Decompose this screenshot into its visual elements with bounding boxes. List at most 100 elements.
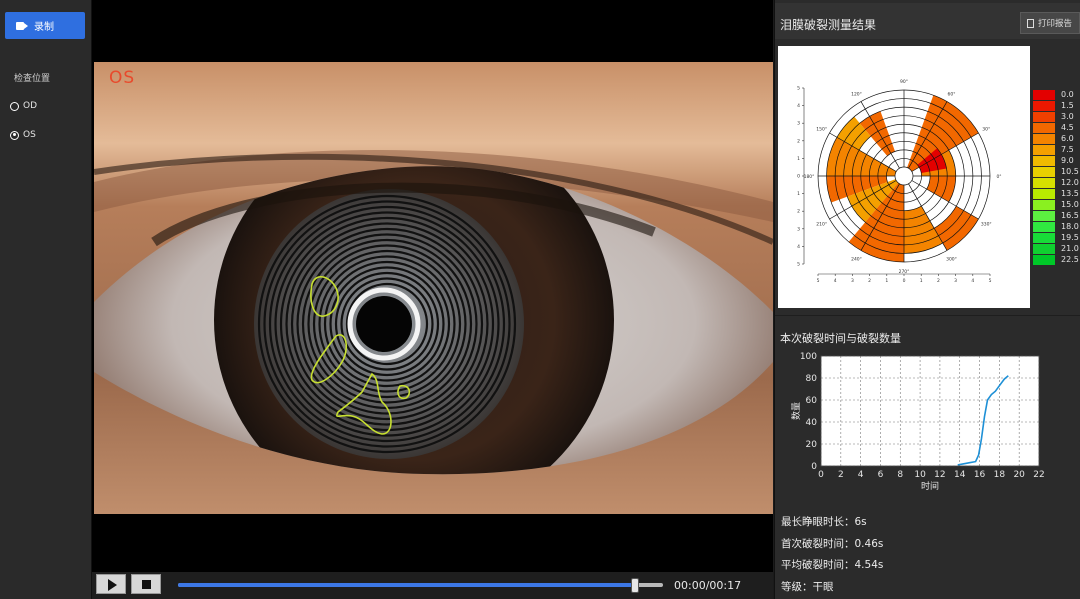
chart-x-tick-label: 20 bbox=[1013, 470, 1025, 480]
chart-title: 本次破裂时间与破裂数量 bbox=[780, 332, 901, 345]
color-scale-row: 18.0 bbox=[1033, 221, 1080, 232]
polar-y-tick-label: 4 bbox=[797, 244, 800, 250]
results-header: 泪膜破裂测量结果 打印报告 bbox=[775, 3, 1080, 39]
color-scale-label: 12.0 bbox=[1061, 178, 1079, 187]
play-button[interactable] bbox=[96, 574, 126, 594]
polar-angle-label: 240° bbox=[851, 256, 862, 262]
radio-od-circle-icon[interactable] bbox=[10, 101, 19, 111]
polar-angle-label: 120° bbox=[851, 92, 862, 98]
color-scale-label: 6.0 bbox=[1061, 134, 1074, 143]
polar-x-tick-label: 0 bbox=[903, 278, 906, 284]
color-scale-label: 10.5 bbox=[1061, 167, 1079, 176]
stop-button[interactable] bbox=[131, 574, 161, 594]
polar-angle-label: 210° bbox=[816, 222, 827, 228]
color-scale-row: 6.0 bbox=[1033, 133, 1080, 144]
polar-y-tick-label: 1 bbox=[797, 191, 800, 197]
polar-x-tick-label: 2 bbox=[868, 278, 871, 284]
polar-y-tick-label: 3 bbox=[797, 226, 800, 232]
progress-thumb[interactable] bbox=[630, 578, 639, 593]
color-swatch bbox=[1033, 89, 1055, 100]
polar-angle-label: 150° bbox=[816, 127, 827, 133]
color-swatch bbox=[1033, 122, 1055, 133]
eye-image: OS bbox=[94, 62, 773, 514]
color-scale-row: 19.5 bbox=[1033, 232, 1080, 243]
color-scale-label: 3.0 bbox=[1061, 112, 1074, 121]
polar-angle-label: 30° bbox=[982, 127, 990, 133]
radio-os-label: OS bbox=[23, 130, 36, 140]
chart-x-tick-label: 8 bbox=[897, 470, 903, 480]
chart-y-tick-label: 60 bbox=[806, 396, 818, 406]
color-swatch bbox=[1033, 166, 1055, 177]
chart-x-tick-label: 2 bbox=[838, 470, 844, 480]
playback-controls: 00:00/00:17 bbox=[92, 572, 773, 599]
chart-y-tick-label: 40 bbox=[806, 418, 818, 428]
color-scale-label: 4.5 bbox=[1061, 123, 1074, 132]
chart-y-tick-label: 100 bbox=[800, 352, 817, 362]
polar-y-tick-label: 1 bbox=[797, 156, 800, 162]
pupil bbox=[356, 296, 412, 352]
video-viewer: OS bbox=[92, 0, 773, 572]
color-swatch bbox=[1033, 100, 1055, 111]
left-panel: 录制 检查位置 OD OS bbox=[0, 0, 92, 599]
color-scale-row: 9.0 bbox=[1033, 155, 1080, 166]
print-report-label: 打印报告 bbox=[1038, 19, 1073, 29]
radio-os[interactable]: OS bbox=[10, 130, 36, 140]
color-swatch bbox=[1033, 199, 1055, 210]
stat-grade: 等级：干眼 bbox=[781, 581, 834, 593]
breakup-line-chart: 0 2 4 6 8 10 12 14 16 18 20 22 0 20 40 60 80 100 时间 数量 bbox=[790, 352, 1045, 492]
polar-x-tick-label: 1 bbox=[885, 278, 888, 284]
radio-od-label: OD bbox=[23, 101, 38, 111]
chart-y-tick-label: 20 bbox=[806, 440, 818, 450]
chart-x-tick-label: 4 bbox=[858, 470, 864, 480]
color-scale-label: 0.0 bbox=[1061, 90, 1074, 99]
record-button[interactable]: 录制 bbox=[5, 12, 85, 39]
chart-x-tick-label: 16 bbox=[974, 470, 986, 480]
polar-angle-label: 60° bbox=[948, 92, 956, 98]
color-scale-row: 1.5 bbox=[1033, 100, 1080, 111]
results-title: 泪膜破裂测量结果 bbox=[780, 18, 877, 32]
color-scale-label: 16.5 bbox=[1061, 211, 1079, 220]
color-scale-label: 18.0 bbox=[1061, 222, 1079, 231]
breakup-polar-map: 0° 30° 60° 90° 120° 150° 180° 210° 240° 270° 300° 3… bbox=[778, 46, 1030, 308]
polar-x-tick-label: 3 bbox=[954, 278, 957, 284]
color-scale-label: 19.5 bbox=[1061, 233, 1079, 242]
eye-side-label: OS bbox=[109, 68, 136, 88]
color-swatch bbox=[1033, 232, 1055, 243]
color-scale-label: 13.5 bbox=[1061, 189, 1079, 198]
chart-y-tick-label: 0 bbox=[811, 462, 817, 472]
color-swatch bbox=[1033, 243, 1055, 254]
polar-angle-label: 0° bbox=[996, 174, 1001, 180]
stat-max-open-duration: 最长睁眼时长：6s bbox=[781, 516, 867, 528]
chart-x-tick-label: 10 bbox=[914, 470, 926, 480]
chart-x-tick-label: 0 bbox=[818, 470, 824, 480]
color-swatch bbox=[1033, 133, 1055, 144]
polar-angle-label: 330° bbox=[981, 222, 992, 228]
color-scale-row: 7.5 bbox=[1033, 144, 1080, 155]
polar-y-tick-label: 4 bbox=[797, 103, 800, 109]
chart-x-tick-label: 12 bbox=[934, 470, 945, 480]
color-scale-row: 4.5 bbox=[1033, 122, 1080, 133]
polar-y-tick-label: 2 bbox=[797, 209, 800, 215]
color-scale-label: 1.5 bbox=[1061, 101, 1074, 110]
print-report-button[interactable]: 打印报告 bbox=[1020, 12, 1080, 34]
color-scale: 0.0 1.5 3.0 4.5 6.0 7.5 9.0 10.5 12.0 13.5 15.0 16.… bbox=[1033, 89, 1080, 265]
polar-y-tick-label: 3 bbox=[797, 121, 800, 127]
radio-os-circle-icon[interactable] bbox=[10, 130, 19, 140]
color-swatch bbox=[1033, 221, 1055, 232]
stat-average-breakup-time: 平均破裂时间：4.54s bbox=[781, 559, 884, 571]
exam-position-title: 检查位置 bbox=[14, 74, 51, 84]
chart-x-label: 时间 bbox=[921, 480, 939, 492]
color-swatch bbox=[1033, 111, 1055, 122]
record-label: 录制 bbox=[34, 22, 54, 33]
radio-od[interactable]: OD bbox=[10, 101, 37, 111]
polar-x-tick-label: 5 bbox=[817, 278, 820, 284]
right-panel: 泪膜破裂测量结果 打印报告 0° 30° 60° 90° 120° 150° 180° 210… bbox=[774, 0, 1080, 599]
color-scale-label: 21.0 bbox=[1061, 244, 1079, 253]
color-scale-label: 15.0 bbox=[1061, 200, 1079, 209]
polar-y-tick-label: 2 bbox=[797, 138, 800, 144]
progress-track[interactable] bbox=[178, 578, 663, 593]
chart-y-label: 数量 bbox=[790, 402, 802, 420]
stat-first-breakup-time: 首次破裂时间：0.46s bbox=[781, 538, 884, 550]
color-scale-row: 0.0 bbox=[1033, 89, 1080, 100]
chart-y-tick-label: 80 bbox=[806, 374, 818, 384]
